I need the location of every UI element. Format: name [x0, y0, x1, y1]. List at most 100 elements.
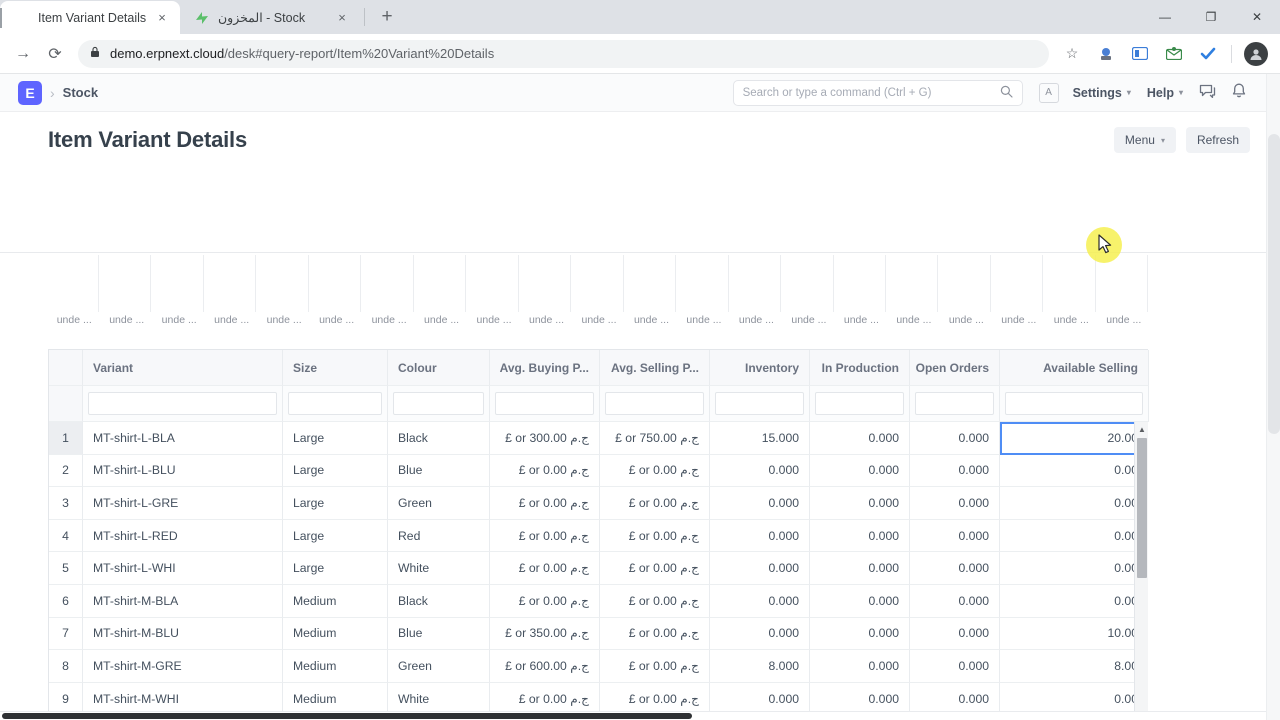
cell-open[interactable]: 0.000: [910, 519, 1000, 553]
browser-tab-1[interactable]: Item Variant Details ×: [0, 1, 180, 34]
chat-icon[interactable]: [1199, 84, 1216, 102]
table-row[interactable]: 1 MT-shirt-L-BLA Large Black £ or 300.00 ج.م…: [49, 422, 1148, 455]
chrome-profile-avatar[interactable]: [1244, 41, 1268, 66]
cell-avail[interactable]: 0.00: [1000, 454, 1148, 488]
cell-inv[interactable]: 15.000: [710, 422, 810, 455]
cell-sell[interactable]: £ or 0.00 ج.م: [600, 584, 710, 618]
cell-colour[interactable]: Blue: [388, 454, 490, 488]
cell-prod[interactable]: 0.000: [810, 454, 910, 488]
table-row[interactable]: 5 MT-shirt-L-WHI Large White £ or 0.00 ج.م £ …: [49, 552, 1148, 585]
cell-variant[interactable]: MT-shirt-L-WHI: [83, 552, 283, 585]
cell-colour[interactable]: Red: [388, 519, 490, 553]
cell-buy[interactable]: £ or 350.00 ج.م: [490, 617, 600, 651]
filter-input-in-production[interactable]: [815, 392, 904, 415]
column-header-open-orders[interactable]: Open Orders: [910, 350, 1000, 386]
cell-prod[interactable]: 0.000: [810, 552, 910, 585]
maximize-icon[interactable]: ❐: [1188, 0, 1234, 34]
tab-close-icon[interactable]: ×: [154, 10, 170, 26]
scrollbar-thumb[interactable]: [1137, 438, 1147, 578]
page-scrollbar[interactable]: [1266, 74, 1280, 720]
cell-size[interactable]: Medium: [283, 584, 388, 618]
cell-buy[interactable]: £ or 0.00 ج.م: [490, 584, 600, 618]
filter-input-colour[interactable]: [393, 392, 484, 415]
cell-sell[interactable]: £ or 0.00 ج.م: [600, 454, 710, 488]
table-row[interactable]: 7 MT-shirt-M-BLU Medium Blue £ or 350.00 ج.م…: [49, 617, 1148, 651]
cell-colour[interactable]: Black: [388, 422, 490, 455]
erpnext-logo[interactable]: E: [18, 80, 42, 105]
reload-icon[interactable]: ⟳: [40, 39, 70, 69]
cell-inv[interactable]: 0.000: [710, 552, 810, 585]
cell-buy[interactable]: £ or 0.00 ج.م: [490, 487, 600, 520]
cell-prod[interactable]: 0.000: [810, 617, 910, 651]
cell-size[interactable]: Large: [283, 519, 388, 553]
cell-variant[interactable]: MT-shirt-L-BLA: [83, 422, 283, 455]
cell-buy[interactable]: £ or 300.00 ج.م: [490, 422, 600, 455]
cell-variant[interactable]: MT-shirt-M-GRE: [83, 650, 283, 683]
cell-prod[interactable]: 0.000: [810, 584, 910, 618]
cell-avail[interactable]: 8.00: [1000, 650, 1148, 683]
cell-avail[interactable]: 10.00: [1000, 617, 1148, 651]
cell-colour[interactable]: Green: [388, 487, 490, 520]
cell-size[interactable]: Large: [283, 552, 388, 585]
table-row[interactable]: 3 MT-shirt-L-GRE Large Green £ or 0.00 ج.م £ …: [49, 487, 1148, 520]
help-menu[interactable]: Help ▾: [1147, 86, 1183, 100]
cell-avail[interactable]: 20.00: [1000, 422, 1148, 455]
table-row[interactable]: 2 MT-shirt-L-BLU Large Blue £ or 0.00 ج.م £ o…: [49, 454, 1148, 488]
cell-colour[interactable]: Green: [388, 650, 490, 683]
cell-sell[interactable]: £ or 0.00 ج.م: [600, 617, 710, 651]
cell-inv[interactable]: 0.000: [710, 454, 810, 488]
cell-sell[interactable]: £ or 0.00 ج.م: [600, 487, 710, 520]
cell-prod[interactable]: 0.000: [810, 650, 910, 683]
close-window-icon[interactable]: ✕: [1234, 0, 1280, 34]
column-header-in-production[interactable]: In Production: [810, 350, 910, 386]
cell-inv[interactable]: 0.000: [710, 519, 810, 553]
breadcrumb[interactable]: Stock: [63, 85, 98, 100]
cell-colour[interactable]: Blue: [388, 617, 490, 651]
table-row[interactable]: 4 MT-shirt-L-RED Large Red £ or 0.00 ج.م £ or…: [49, 519, 1148, 553]
menu-button[interactable]: Menu ▾: [1113, 127, 1176, 153]
cell-inv[interactable]: 0.000: [710, 584, 810, 618]
card-icon[interactable]: [1126, 40, 1154, 68]
filter-input-avg-selling-price[interactable]: [605, 392, 704, 415]
cell-variant[interactable]: MT-shirt-L-BLU: [83, 454, 283, 488]
table-vertical-scrollbar[interactable]: ▲ ▼: [1134, 422, 1148, 720]
cell-size[interactable]: Large: [283, 422, 388, 455]
column-header-inventory[interactable]: Inventory: [710, 350, 810, 386]
cell-variant[interactable]: MT-shirt-L-RED: [83, 519, 283, 553]
user-avatar[interactable]: A: [1038, 82, 1059, 103]
filter-input-avg-buying-price[interactable]: [495, 392, 594, 415]
new-tab-button[interactable]: +: [373, 3, 401, 31]
cell-prod[interactable]: 0.000: [810, 422, 910, 455]
cell-size[interactable]: Medium: [283, 617, 388, 651]
column-header-avg-selling-price[interactable]: Avg. Selling P...: [600, 350, 710, 386]
cell-colour[interactable]: White: [388, 552, 490, 585]
scroll-up-icon[interactable]: ▲: [1135, 422, 1148, 436]
filter-input-inventory[interactable]: [715, 392, 804, 415]
column-header-colour[interactable]: Colour: [388, 350, 490, 386]
filter-input-available-selling[interactable]: [1005, 392, 1143, 415]
filter-input-size[interactable]: [288, 392, 382, 415]
page-scrollbar-thumb[interactable]: [1268, 134, 1280, 434]
cell-open[interactable]: 0.000: [910, 650, 1000, 683]
column-header-size[interactable]: Size: [283, 350, 388, 386]
bell-icon[interactable]: [1232, 83, 1246, 102]
awesomebar-search[interactable]: Search or type a command (Ctrl + G): [732, 79, 1023, 106]
tab-close-icon[interactable]: ×: [334, 10, 350, 26]
mail-icon[interactable]: [1160, 40, 1188, 68]
settings-menu[interactable]: Settings ▾: [1073, 86, 1131, 100]
forward-icon[interactable]: →: [8, 39, 38, 69]
filter-input-variant[interactable]: [88, 392, 277, 415]
cell-sell[interactable]: £ or 750.00 ج.م: [600, 422, 710, 455]
cell-size[interactable]: Medium: [283, 650, 388, 683]
column-header-variant[interactable]: Variant: [83, 350, 283, 386]
cell-avail[interactable]: 0.00: [1000, 584, 1148, 618]
cell-buy[interactable]: £ or 0.00 ج.م: [490, 454, 600, 488]
cell-buy[interactable]: £ or 0.00 ج.م: [490, 519, 600, 553]
table-row[interactable]: 6 MT-shirt-M-BLA Medium Black £ or 0.00 ج.م £…: [49, 584, 1148, 618]
refresh-button[interactable]: Refresh: [1185, 127, 1250, 153]
cell-open[interactable]: 0.000: [910, 552, 1000, 585]
horizontal-scrollbar-thumb[interactable]: [2, 713, 692, 719]
cell-buy[interactable]: £ or 600.00 ج.م: [490, 650, 600, 683]
cell-open[interactable]: 0.000: [910, 422, 1000, 455]
cell-size[interactable]: Large: [283, 487, 388, 520]
